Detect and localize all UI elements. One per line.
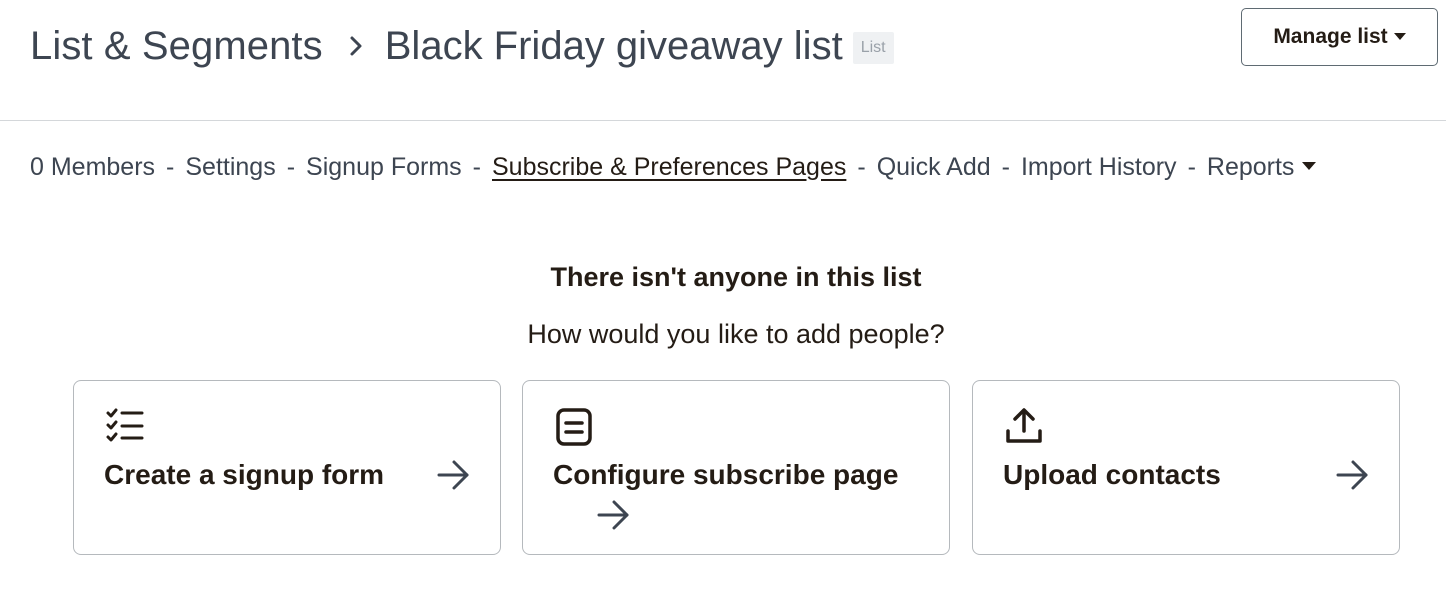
list-subnav: 0 Members - Settings - Signup Forms - Su…	[30, 150, 1317, 184]
form-icon	[554, 407, 594, 447]
subnav-reports[interactable]: Reports	[1207, 153, 1295, 182]
subnav-separator: -	[286, 152, 296, 181]
manage-list-button[interactable]: Manage list	[1241, 8, 1438, 66]
subnav-separator: -	[1187, 152, 1196, 181]
empty-state-title: There isn't anyone in this list	[550, 262, 922, 292]
upload-contacts-card[interactable]: Upload contacts	[972, 380, 1400, 555]
manage-list-label: Manage list	[1273, 25, 1388, 48]
page-title: Black Friday giveaway list	[384, 23, 843, 68]
configure-subscribe-page-card[interactable]: Configure subscribe page	[522, 380, 950, 555]
breadcrumb-root-link[interactable]: List & Segments	[30, 24, 323, 69]
list-type-badge: List	[852, 32, 894, 64]
card-title: Upload contacts	[1003, 459, 1221, 490]
card-title: Configure subscribe page	[553, 459, 899, 490]
chevron-right-icon	[349, 35, 363, 57]
subnav-separator: -	[166, 152, 175, 181]
checklist-icon	[105, 407, 145, 447]
breadcrumb: List & Segments Black Friday giveaway li…	[30, 20, 894, 72]
caret-down-icon[interactable]	[1302, 162, 1317, 170]
create-signup-form-card[interactable]: Create a signup form	[73, 380, 501, 555]
subnav-settings[interactable]: Settings	[185, 153, 275, 182]
arrow-right-icon	[1335, 459, 1371, 491]
arrow-right-icon	[436, 459, 472, 491]
page: List & Segments Black Friday giveaway li…	[0, 0, 1446, 598]
card-title: Create a signup form	[104, 459, 385, 490]
subnav-separator: -	[857, 152, 866, 181]
subnav-members[interactable]: 0 Members	[30, 153, 155, 182]
subnav-import-history[interactable]: Import History	[1021, 153, 1177, 182]
subnav-separator: -	[1001, 152, 1010, 181]
subnav-separator: -	[472, 152, 481, 181]
empty-state-subtitle: How would you like to add people?	[527, 319, 945, 349]
header-divider	[0, 120, 1446, 121]
caret-down-icon	[1393, 32, 1406, 40]
upload-icon	[1004, 407, 1044, 447]
subnav-quick-add[interactable]: Quick Add	[877, 153, 991, 182]
subnav-signup-forms[interactable]: Signup Forms	[306, 153, 462, 182]
arrow-right-icon	[596, 499, 632, 531]
subnav-subscribe-preferences-pages[interactable]: Subscribe & Preferences Pages	[492, 153, 846, 182]
